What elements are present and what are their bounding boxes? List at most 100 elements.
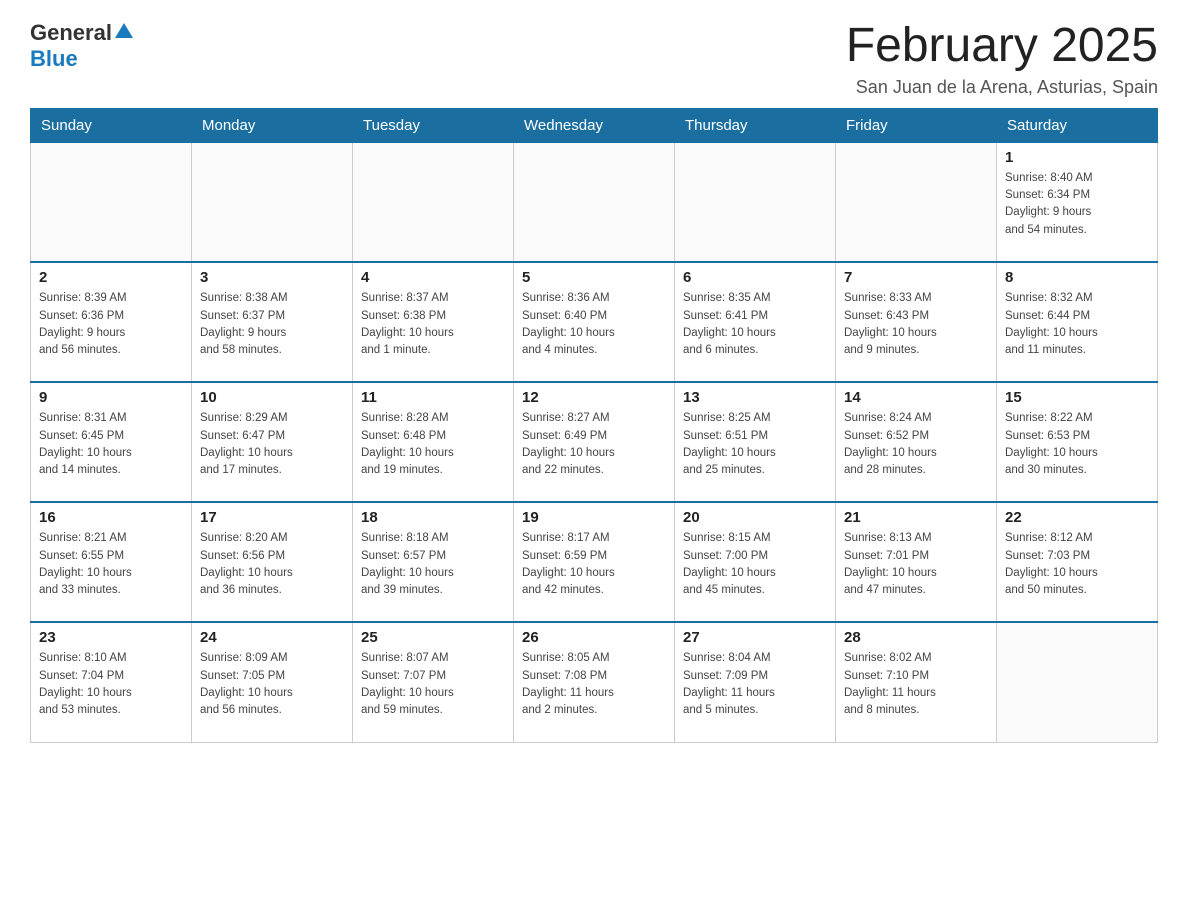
calendar-cell: 26 Sunrise: 8:05 AMSunset: 7:08 PMDayligh… — [514, 622, 675, 742]
day-info: Sunrise: 8:36 AMSunset: 6:40 PMDaylight:… — [522, 290, 666, 359]
calendar-cell — [192, 142, 353, 262]
day-info: Sunrise: 8:04 AMSunset: 7:09 PMDaylight:… — [683, 650, 827, 719]
day-info: Sunrise: 8:21 AMSunset: 6:55 PMDaylight:… — [39, 530, 183, 599]
day-number: 25 — [361, 629, 505, 646]
day-info: Sunrise: 8:38 AMSunset: 6:37 PMDaylight:… — [200, 290, 344, 359]
day-info: Sunrise: 8:39 AMSunset: 6:36 PMDaylight:… — [39, 290, 183, 359]
day-number: 18 — [361, 509, 505, 526]
day-info: Sunrise: 8:10 AMSunset: 7:04 PMDaylight:… — [39, 650, 183, 719]
day-number: 15 — [1005, 389, 1149, 406]
calendar-cell: 14 Sunrise: 8:24 AMSunset: 6:52 PMDayligh… — [836, 382, 997, 502]
day-info: Sunrise: 8:17 AMSunset: 6:59 PMDaylight:… — [522, 530, 666, 599]
calendar-cell: 18 Sunrise: 8:18 AMSunset: 6:57 PMDayligh… — [353, 502, 514, 622]
logo: General Blue — [30, 20, 133, 72]
day-info: Sunrise: 8:40 AMSunset: 6:34 PMDaylight:… — [1005, 170, 1149, 239]
day-number: 16 — [39, 509, 183, 526]
logo-blue: Blue — [30, 46, 78, 71]
calendar-cell: 17 Sunrise: 8:20 AMSunset: 6:56 PMDayligh… — [192, 502, 353, 622]
day-number: 6 — [683, 269, 827, 286]
calendar-cell: 13 Sunrise: 8:25 AMSunset: 6:51 PMDayligh… — [675, 382, 836, 502]
calendar-week-2: 2 Sunrise: 8:39 AMSunset: 6:36 PMDaylight… — [31, 262, 1158, 382]
day-number: 14 — [844, 389, 988, 406]
day-number: 26 — [522, 629, 666, 646]
calendar-cell: 5 Sunrise: 8:36 AMSunset: 6:40 PMDaylight… — [514, 262, 675, 382]
calendar-cell: 24 Sunrise: 8:09 AMSunset: 7:05 PMDayligh… — [192, 622, 353, 742]
month-title: February 2025 — [846, 20, 1158, 73]
calendar-cell: 27 Sunrise: 8:04 AMSunset: 7:09 PMDayligh… — [675, 622, 836, 742]
day-number: 23 — [39, 629, 183, 646]
col-tuesday: Tuesday — [353, 108, 514, 142]
day-number: 27 — [683, 629, 827, 646]
day-info: Sunrise: 8:20 AMSunset: 6:56 PMDaylight:… — [200, 530, 344, 599]
day-info: Sunrise: 8:13 AMSunset: 7:01 PMDaylight:… — [844, 530, 988, 599]
logo-general: General — [30, 20, 112, 46]
day-number: 5 — [522, 269, 666, 286]
calendar-cell: 6 Sunrise: 8:35 AMSunset: 6:41 PMDaylight… — [675, 262, 836, 382]
day-number: 10 — [200, 389, 344, 406]
calendar-cell: 10Sunrise: 8:29 AMSunset: 6:47 PMDayligh… — [192, 382, 353, 502]
calendar-cell: 15 Sunrise: 8:22 AMSunset: 6:53 PMDayligh… — [997, 382, 1158, 502]
day-number: 12 — [522, 389, 666, 406]
calendar-cell — [514, 142, 675, 262]
day-number: 19 — [522, 509, 666, 526]
day-info: Sunrise: 8:25 AMSunset: 6:51 PMDaylight:… — [683, 410, 827, 479]
day-info: Sunrise: 8:35 AMSunset: 6:41 PMDaylight:… — [683, 290, 827, 359]
title-section: February 2025 San Juan de la Arena, Astu… — [846, 20, 1158, 98]
day-number: 13 — [683, 389, 827, 406]
day-info: Sunrise: 8:32 AMSunset: 6:44 PMDaylight:… — [1005, 290, 1149, 359]
calendar-cell: 22 Sunrise: 8:12 AMSunset: 7:03 PMDayligh… — [997, 502, 1158, 622]
calendar-cell — [353, 142, 514, 262]
day-number: 1 — [1005, 149, 1149, 166]
day-info: Sunrise: 8:05 AMSunset: 7:08 PMDaylight:… — [522, 650, 666, 719]
day-info: Sunrise: 8:15 AMSunset: 7:00 PMDaylight:… — [683, 530, 827, 599]
day-info: Sunrise: 8:28 AMSunset: 6:48 PMDaylight:… — [361, 410, 505, 479]
day-info: Sunrise: 8:22 AMSunset: 6:53 PMDaylight:… — [1005, 410, 1149, 479]
calendar-cell: 3 Sunrise: 8:38 AMSunset: 6:37 PMDaylight… — [192, 262, 353, 382]
calendar-header-row: Sunday Monday Tuesday Wednesday Thursday… — [31, 108, 1158, 142]
day-number: 17 — [200, 509, 344, 526]
calendar-cell: 9 Sunrise: 8:31 AMSunset: 6:45 PMDaylight… — [31, 382, 192, 502]
col-thursday: Thursday — [675, 108, 836, 142]
calendar-table: Sunday Monday Tuesday Wednesday Thursday… — [30, 108, 1158, 743]
calendar-cell: 19 Sunrise: 8:17 AMSunset: 6:59 PMDayligh… — [514, 502, 675, 622]
day-info: Sunrise: 8:12 AMSunset: 7:03 PMDaylight:… — [1005, 530, 1149, 599]
day-info: Sunrise: 8:09 AMSunset: 7:05 PMDaylight:… — [200, 650, 344, 719]
day-info: Sunrise: 8:07 AMSunset: 7:07 PMDaylight:… — [361, 650, 505, 719]
day-number: 21 — [844, 509, 988, 526]
day-number: 11 — [361, 389, 505, 406]
calendar-cell: 7Sunrise: 8:33 AMSunset: 6:43 PMDaylight… — [836, 262, 997, 382]
location-subtitle: San Juan de la Arena, Asturias, Spain — [846, 77, 1158, 98]
day-number: 24 — [200, 629, 344, 646]
day-info: Sunrise: 8:27 AMSunset: 6:49 PMDaylight:… — [522, 410, 666, 479]
day-number: 22 — [1005, 509, 1149, 526]
day-number: 2 — [39, 269, 183, 286]
calendar-cell: 12 Sunrise: 8:27 AMSunset: 6:49 PMDayligh… — [514, 382, 675, 502]
calendar-cell: 25 Sunrise: 8:07 AMSunset: 7:07 PMDayligh… — [353, 622, 514, 742]
day-number: 28 — [844, 629, 988, 646]
calendar-week-4: 16 Sunrise: 8:21 AMSunset: 6:55 PMDayligh… — [31, 502, 1158, 622]
day-number: 4 — [361, 269, 505, 286]
col-sunday: Sunday — [31, 108, 192, 142]
col-wednesday: Wednesday — [514, 108, 675, 142]
calendar-cell: 8Sunrise: 8:32 AMSunset: 6:44 PMDaylight… — [997, 262, 1158, 382]
calendar-cell — [836, 142, 997, 262]
calendar-cell: 11 Sunrise: 8:28 AMSunset: 6:48 PMDayligh… — [353, 382, 514, 502]
day-info: Sunrise: 8:37 AMSunset: 6:38 PMDaylight:… — [361, 290, 505, 359]
calendar-cell: 20 Sunrise: 8:15 AMSunset: 7:00 PMDayligh… — [675, 502, 836, 622]
calendar-cell — [997, 622, 1158, 742]
calendar-week-3: 9 Sunrise: 8:31 AMSunset: 6:45 PMDaylight… — [31, 382, 1158, 502]
day-info: Sunrise: 8:24 AMSunset: 6:52 PMDaylight:… — [844, 410, 988, 479]
day-number: 20 — [683, 509, 827, 526]
col-friday: Friday — [836, 108, 997, 142]
calendar-cell: 16 Sunrise: 8:21 AMSunset: 6:55 PMDayligh… — [31, 502, 192, 622]
page-header: General Blue February 2025 San Juan de l… — [30, 20, 1158, 98]
calendar-week-1: 1 Sunrise: 8:40 AMSunset: 6:34 PMDaylight… — [31, 142, 1158, 262]
day-number: 7 — [844, 269, 988, 286]
logo-triangle-icon — [115, 23, 133, 38]
day-info: Sunrise: 8:18 AMSunset: 6:57 PMDaylight:… — [361, 530, 505, 599]
day-number: 3 — [200, 269, 344, 286]
day-info: Sunrise: 8:31 AMSunset: 6:45 PMDaylight:… — [39, 410, 183, 479]
day-number: 9 — [39, 389, 183, 406]
calendar-cell — [31, 142, 192, 262]
col-monday: Monday — [192, 108, 353, 142]
